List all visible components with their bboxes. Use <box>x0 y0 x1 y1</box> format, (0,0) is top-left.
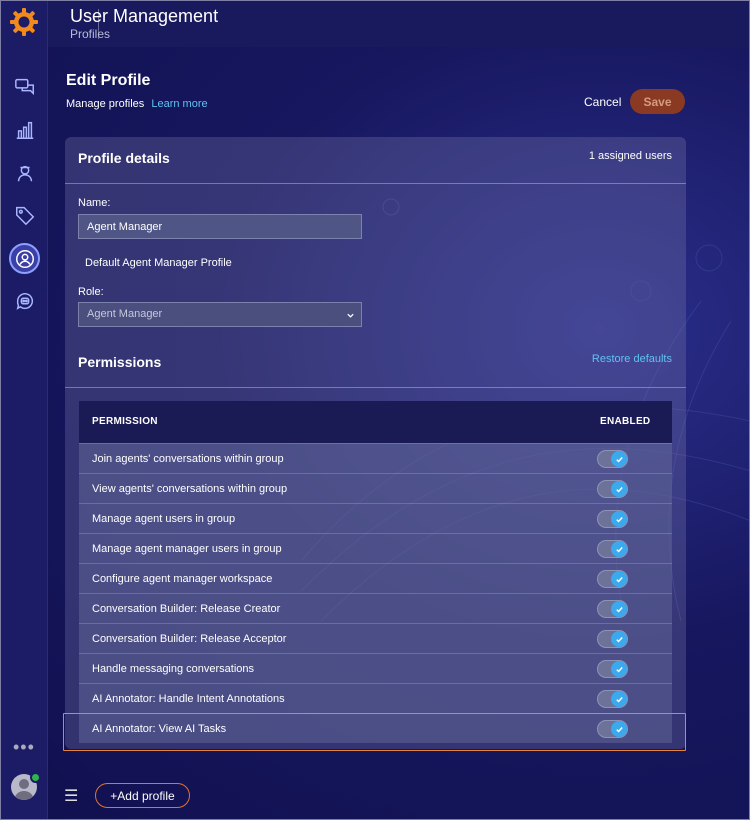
bot-icon[interactable] <box>11 287 38 314</box>
permission-toggle[interactable] <box>597 720 628 738</box>
divider <box>65 183 686 184</box>
learn-more-link[interactable]: Learn more <box>151 98 207 110</box>
permission-label: Manage agent manager users in group <box>92 543 282 555</box>
app-title: User Management <box>70 6 219 26</box>
agent-icon[interactable] <box>11 159 38 186</box>
permission-toggle[interactable] <box>597 540 628 558</box>
add-profile-button[interactable]: +Add profile <box>95 783 190 808</box>
tag-icon[interactable] <box>11 201 38 228</box>
profile-details-title: Profile details <box>78 150 170 166</box>
permission-toggle[interactable] <box>597 570 628 588</box>
permission-label: Conversation Builder: Release Acceptor <box>92 633 287 645</box>
table-row: Manage agent users in group <box>79 503 672 533</box>
chevron-down-icon <box>346 303 355 329</box>
user-management-icon[interactable] <box>9 243 40 274</box>
permission-toggle[interactable] <box>597 450 628 468</box>
permission-toggle[interactable] <box>597 480 628 498</box>
sidebar: ••• <box>1 1 48 819</box>
checkmark-icon <box>611 511 627 527</box>
permission-toggle[interactable] <box>597 690 628 708</box>
divider <box>65 387 686 388</box>
table-row: View agents' conversations within group <box>79 473 672 503</box>
conversations-icon[interactable] <box>11 73 38 100</box>
column-header-permission: PERMISSION <box>92 416 158 427</box>
checkmark-icon <box>611 631 627 647</box>
permission-label: Conversation Builder: Release Creator <box>92 603 281 615</box>
page-title: Edit Profile <box>66 72 151 89</box>
analytics-icon[interactable] <box>11 116 38 143</box>
cancel-button[interactable]: Cancel <box>584 95 621 109</box>
more-icon[interactable]: ••• <box>13 737 35 758</box>
hamburger-menu-icon[interactable]: ☰ <box>64 786 78 806</box>
table-row: Conversation Builder: Release Creator <box>79 593 672 623</box>
permission-label: AI Annotator: Handle Intent Annotations <box>92 693 285 705</box>
permission-label: AI Annotator: View AI Tasks <box>92 723 227 735</box>
table-row: AI Annotator: View AI Tasks <box>79 713 672 743</box>
checkmark-icon <box>611 691 627 707</box>
save-button[interactable]: Save <box>630 89 685 114</box>
checkmark-icon <box>611 451 627 467</box>
permission-label: Manage agent users in group <box>92 513 236 525</box>
assigned-users-count: 1 assigned users <box>588 150 672 162</box>
profile-panel: Profile details 1 assigned users Name: D… <box>65 137 686 749</box>
permission-label: View agents' conversations within group <box>92 483 288 495</box>
role-label: Role: <box>78 286 104 298</box>
brand-logo-icon[interactable] <box>9 7 39 37</box>
checkmark-icon <box>611 601 627 617</box>
permissions-table: PERMISSION ENABLED Join agents' conversa… <box>79 401 672 743</box>
permission-label: Configure agent manager workspace <box>92 573 273 585</box>
column-header-enabled: ENABLED <box>600 416 651 427</box>
checkmark-icon <box>611 661 627 677</box>
permission-toggle[interactable] <box>597 630 628 648</box>
permission-toggle[interactable] <box>597 510 628 528</box>
checkmark-icon <box>611 721 627 737</box>
page-subtitle: Manage profiles Learn more <box>66 98 208 110</box>
table-row: AI Annotator: Handle Intent Annotations <box>79 683 672 713</box>
table-header: PERMISSION ENABLED <box>79 401 672 443</box>
page-subtitle-text: Manage profiles <box>66 98 145 110</box>
role-select-value: Agent Manager <box>87 308 163 320</box>
checkmark-icon <box>611 541 627 557</box>
permission-label: Join agents' conversations within group <box>92 453 284 465</box>
name-field[interactable] <box>78 214 362 239</box>
table-row: Handle messaging conversations <box>79 653 672 683</box>
app-breadcrumb: Profiles <box>70 27 111 41</box>
table-row: Manage agent manager users in group <box>79 533 672 563</box>
online-status-icon <box>30 772 41 783</box>
restore-defaults-link[interactable]: Restore defaults <box>592 353 672 365</box>
table-body: Join agents' conversations within group V… <box>79 443 672 743</box>
app-window: ••• User Management Profiles Edit Profil… <box>0 0 750 820</box>
permission-toggle[interactable] <box>597 600 628 618</box>
table-row: Join agents' conversations within group <box>79 443 672 473</box>
table-row: Configure agent manager workspace <box>79 563 672 593</box>
permission-toggle[interactable] <box>597 660 628 678</box>
name-label: Name: <box>78 197 111 209</box>
checkmark-icon <box>611 571 627 587</box>
table-row: Conversation Builder: Release Acceptor <box>79 623 672 653</box>
permission-label: Handle messaging conversations <box>92 663 255 675</box>
profile-description[interactable]: Default Agent Manager Profile <box>85 257 232 269</box>
permissions-title: Permissions <box>78 354 162 370</box>
role-select[interactable]: Agent Manager <box>78 302 362 327</box>
checkmark-icon <box>611 481 627 497</box>
